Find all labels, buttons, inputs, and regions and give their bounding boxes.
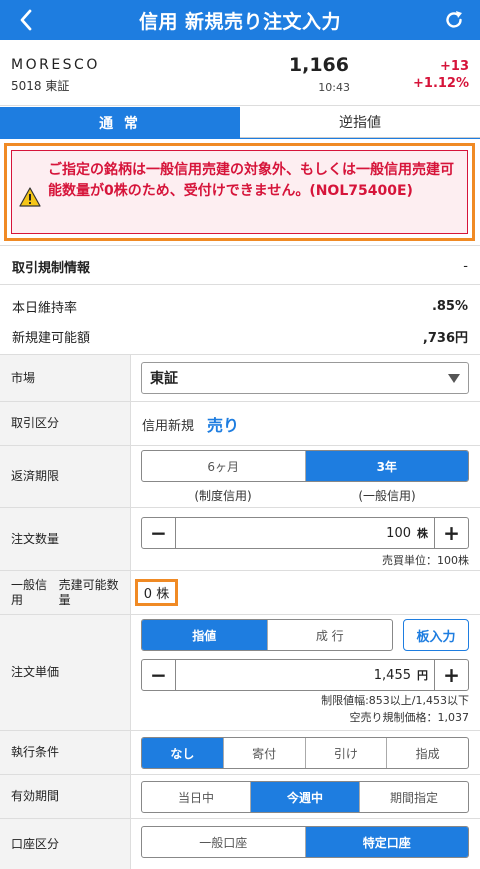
refresh-button[interactable] [434,0,474,40]
market-value: 東証 [150,371,178,387]
repay-row: 返済期限 6ヶ月 3年 (制度信用) (一般信用) [0,446,480,508]
back-arrow-icon [20,9,32,31]
order-type-tabs: 通 常 逆指値 [0,107,480,139]
quantity-value: 100 [386,525,411,541]
quantity-label: 注文数量 [0,508,131,570]
warning-icon [19,187,41,207]
price-stepper: − 1,455 円 + [141,659,469,691]
available-label-line1: 一般信用 [11,577,48,607]
back-button[interactable] [6,0,46,40]
price-input[interactable]: 1,455 円 [176,660,434,690]
trade-type-label: 取引区分 [0,402,131,445]
price-unit: 円 [417,669,428,682]
price-type-market[interactable]: 成 行 [268,620,393,650]
price-plus-button[interactable]: + [434,660,468,690]
price-type-limit[interactable]: 指値 [142,620,268,650]
repay-sub-general: (一般信用) [358,489,416,503]
quantity-input[interactable]: 100 株 [176,518,434,548]
condition-limit-to-market[interactable]: 指成 [387,738,468,768]
available-row: 一般信用 売建可能数量 [0,571,480,615]
market-label: 市場 [0,355,131,401]
regulation-label: 取引規制情報 [12,260,91,276]
condition-selector: なし 寄付 引け 指成 [141,737,469,769]
condition-row: 執行条件 なし 寄付 引け 指成 [0,731,480,775]
app-header: 信用 新規売り注文入力 [0,0,480,40]
period-this-week[interactable]: 今週中 [251,782,360,812]
condition-close[interactable]: 引け [306,738,388,768]
period-today[interactable]: 当日中 [142,782,251,812]
price-range-note: 制限値幅:853以上/1,453以下 [321,694,469,707]
condition-open[interactable]: 寄付 [224,738,306,768]
repay-option-3y[interactable]: 3年 [305,451,468,481]
quantity-minus-button[interactable]: − [142,518,176,548]
repay-option-6m[interactable]: 6ヶ月 [142,451,306,481]
tab-normal[interactable]: 通 常 [0,107,240,138]
capacity-row: 新規建可能額 ,736円 [0,318,480,354]
price-time: 10:43 [318,81,350,94]
dropdown-caret-icon [448,374,460,383]
capacity-value: ,736円 [422,330,468,346]
period-specified[interactable]: 期間指定 [360,782,468,812]
period-selector: 当日中 今週中 期間指定 [141,781,469,813]
condition-label: 執行条件 [0,731,131,774]
repay-label: 返済期限 [0,446,131,507]
short-sell-price-note: 空売り規制価格：1,037 [349,711,470,724]
price-minus-button[interactable]: − [142,660,176,690]
stock-price: 1,166 [288,54,349,76]
account-type-row: 口座区分 一般口座 特定口座 [0,819,480,869]
price-value: 1,455 [373,667,411,683]
error-alert: ご指定の銘柄は一般信用売建の対象外、もしくは一般信用売建可能数量が0株のため、受… [11,150,468,234]
error-message: ご指定の銘柄は一般信用売建の対象外、もしくは一般信用売建可能数量が0株のため、受… [48,162,454,199]
divider [0,284,480,285]
account-specified[interactable]: 特定口座 [305,827,468,857]
price-change-pct: +1.12% [413,76,469,91]
quantity-unit: 株 [417,527,428,540]
period-row: 有効期間 当日中 今週中 期間指定 [0,775,480,819]
divider [0,245,480,246]
quantity-stepper: − 100 株 + [141,517,469,549]
account-type-selector: 一般口座 特定口座 [141,826,469,858]
quantity-note: 売買単位：100株 [382,554,469,567]
account-type-label: 口座区分 [0,819,131,869]
repay-selector: 6ヶ月 3年 [141,450,469,482]
stock-info: MORESCO 5018 東証 1,166 10:43 +13 +1.12% [0,40,480,106]
regulation-row: 取引規制情報 - [0,248,480,284]
price-change: +13 [440,59,469,74]
page-title: 信用 新規売り注文入力 [138,10,342,33]
maintenance-label: 本日維持率 [12,300,78,316]
trade-kind: 信用新規 [142,419,195,434]
market-row: 市場 東証 [0,355,480,402]
quantity-row: 注文数量 − 100 株 + 売買単位：100株 [0,508,480,571]
maintenance-value: .85% [431,298,468,314]
available-quantity-highlight: 0 株 [135,579,178,606]
period-label: 有効期間 [0,775,131,818]
price-type-selector: 指値 成 行 [141,619,393,651]
board-input-button[interactable]: 板入力 [403,619,469,651]
price-label: 注文単価 [0,615,131,730]
capacity-label: 新規建可能額 [12,330,91,346]
available-label: 一般信用 売建可能数量 [0,571,131,614]
regulation-value: - [463,258,468,274]
tab-stop-order[interactable]: 逆指値 [240,107,480,138]
refresh-icon [446,11,462,28]
trade-type-row: 取引区分 信用新規 売り [0,402,480,446]
quantity-plus-button[interactable]: + [434,518,468,548]
available-quantity-value: 0 株 [143,587,170,602]
alert-highlight: ご指定の銘柄は一般信用売建の対象外、もしくは一般信用売建可能数量が0株のため、受… [4,143,475,241]
account-general[interactable]: 一般口座 [142,827,306,857]
market-select[interactable]: 東証 [141,362,469,394]
trade-side: 売り [207,416,240,435]
repay-sub-system: (制度信用) [194,489,252,503]
available-label-line2: 売建可能数量 [58,577,119,607]
condition-none[interactable]: なし [142,738,224,768]
